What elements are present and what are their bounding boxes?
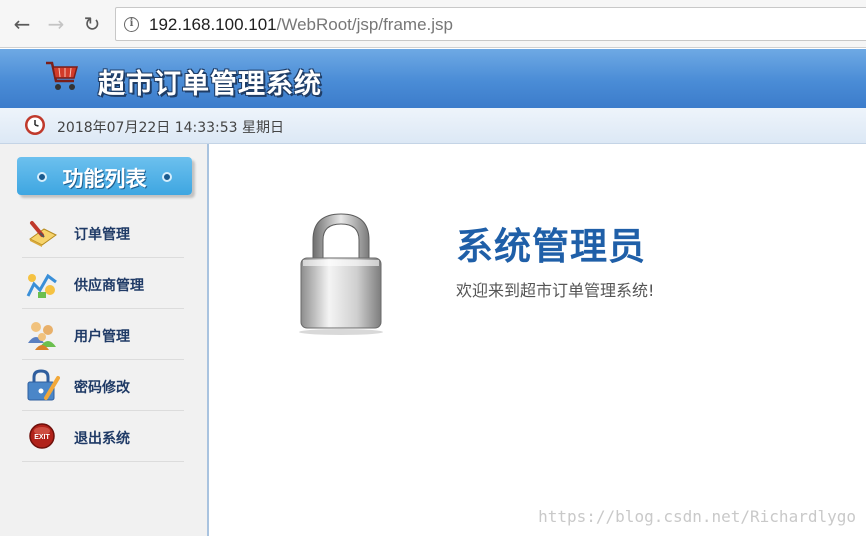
url-text[interactable]: 192.168.100.101/WebRoot/jsp/frame.jsp — [149, 15, 453, 35]
svg-text:EXIT: EXIT — [34, 434, 50, 441]
main-content: 系统管理员 欢迎来到超市订单管理系统! — [211, 144, 866, 536]
menu-label-password: 密码修改 — [74, 380, 130, 396]
function-list-header: 功能列表 — [17, 157, 192, 195]
menu-label-exit: 退出系统 — [74, 431, 130, 447]
address-bar[interactable]: i 192.168.100.101/WebRoot/jsp/frame.jsp — [115, 7, 866, 41]
browser-toolbar: ← → ↻ i 192.168.100.101/WebRoot/jsp/fram… — [0, 0, 866, 48]
exit-icon: EXIT — [29, 423, 55, 449]
app-title: 超市订单管理系统 — [98, 69, 322, 100]
date-bar: 2018年07月22日 14:33:53 星期日 — [0, 108, 866, 144]
arrow-left-icon[interactable]: ← — [10, 12, 34, 36]
arrow-right-icon[interactable]: → — [44, 12, 68, 36]
menu-item-orders[interactable]: 订单管理 — [22, 207, 184, 258]
order-icon — [29, 221, 57, 247]
sidebar: 功能列表 订单管理 供应商管理 用户管理 密码修改 EXIT 退出系统 — [0, 144, 209, 536]
supplier-icon — [26, 273, 57, 298]
menu-label-suppliers: 供应商管理 — [74, 278, 144, 294]
shopping-cart-icon — [46, 61, 78, 90]
current-datetime: 2018年07月22日 14:33:53 星期日 — [57, 120, 285, 136]
welcome-message: 欢迎来到超市订单管理系统! — [456, 281, 655, 300]
menu-list: 订单管理 供应商管理 用户管理 密码修改 EXIT 退出系统 — [22, 207, 184, 462]
password-icon — [27, 369, 60, 401]
app-header: 超市订单管理系统 — [0, 49, 866, 108]
menu-item-exit[interactable]: EXIT 退出系统 — [22, 411, 184, 462]
users-icon — [28, 322, 56, 350]
info-icon[interactable]: i — [124, 17, 139, 32]
menu-item-password[interactable]: 密码修改 — [22, 360, 184, 411]
lock-icon — [299, 213, 383, 335]
url-path: /WebRoot/jsp/frame.jsp — [276, 15, 453, 34]
watermark: https://blog.csdn.net/Richardlygo — [538, 507, 856, 526]
bullet-icon — [162, 172, 172, 182]
url-host: 192.168.100.101 — [149, 15, 277, 34]
menu-item-suppliers[interactable]: 供应商管理 — [22, 258, 184, 309]
clock-icon — [25, 115, 45, 135]
menu-label-orders: 订单管理 — [74, 227, 130, 243]
menu-label-users: 用户管理 — [74, 329, 130, 345]
reload-icon[interactable]: ↻ — [80, 12, 104, 36]
menu-item-users[interactable]: 用户管理 — [22, 309, 184, 360]
role-title: 系统管理员 — [456, 225, 646, 268]
